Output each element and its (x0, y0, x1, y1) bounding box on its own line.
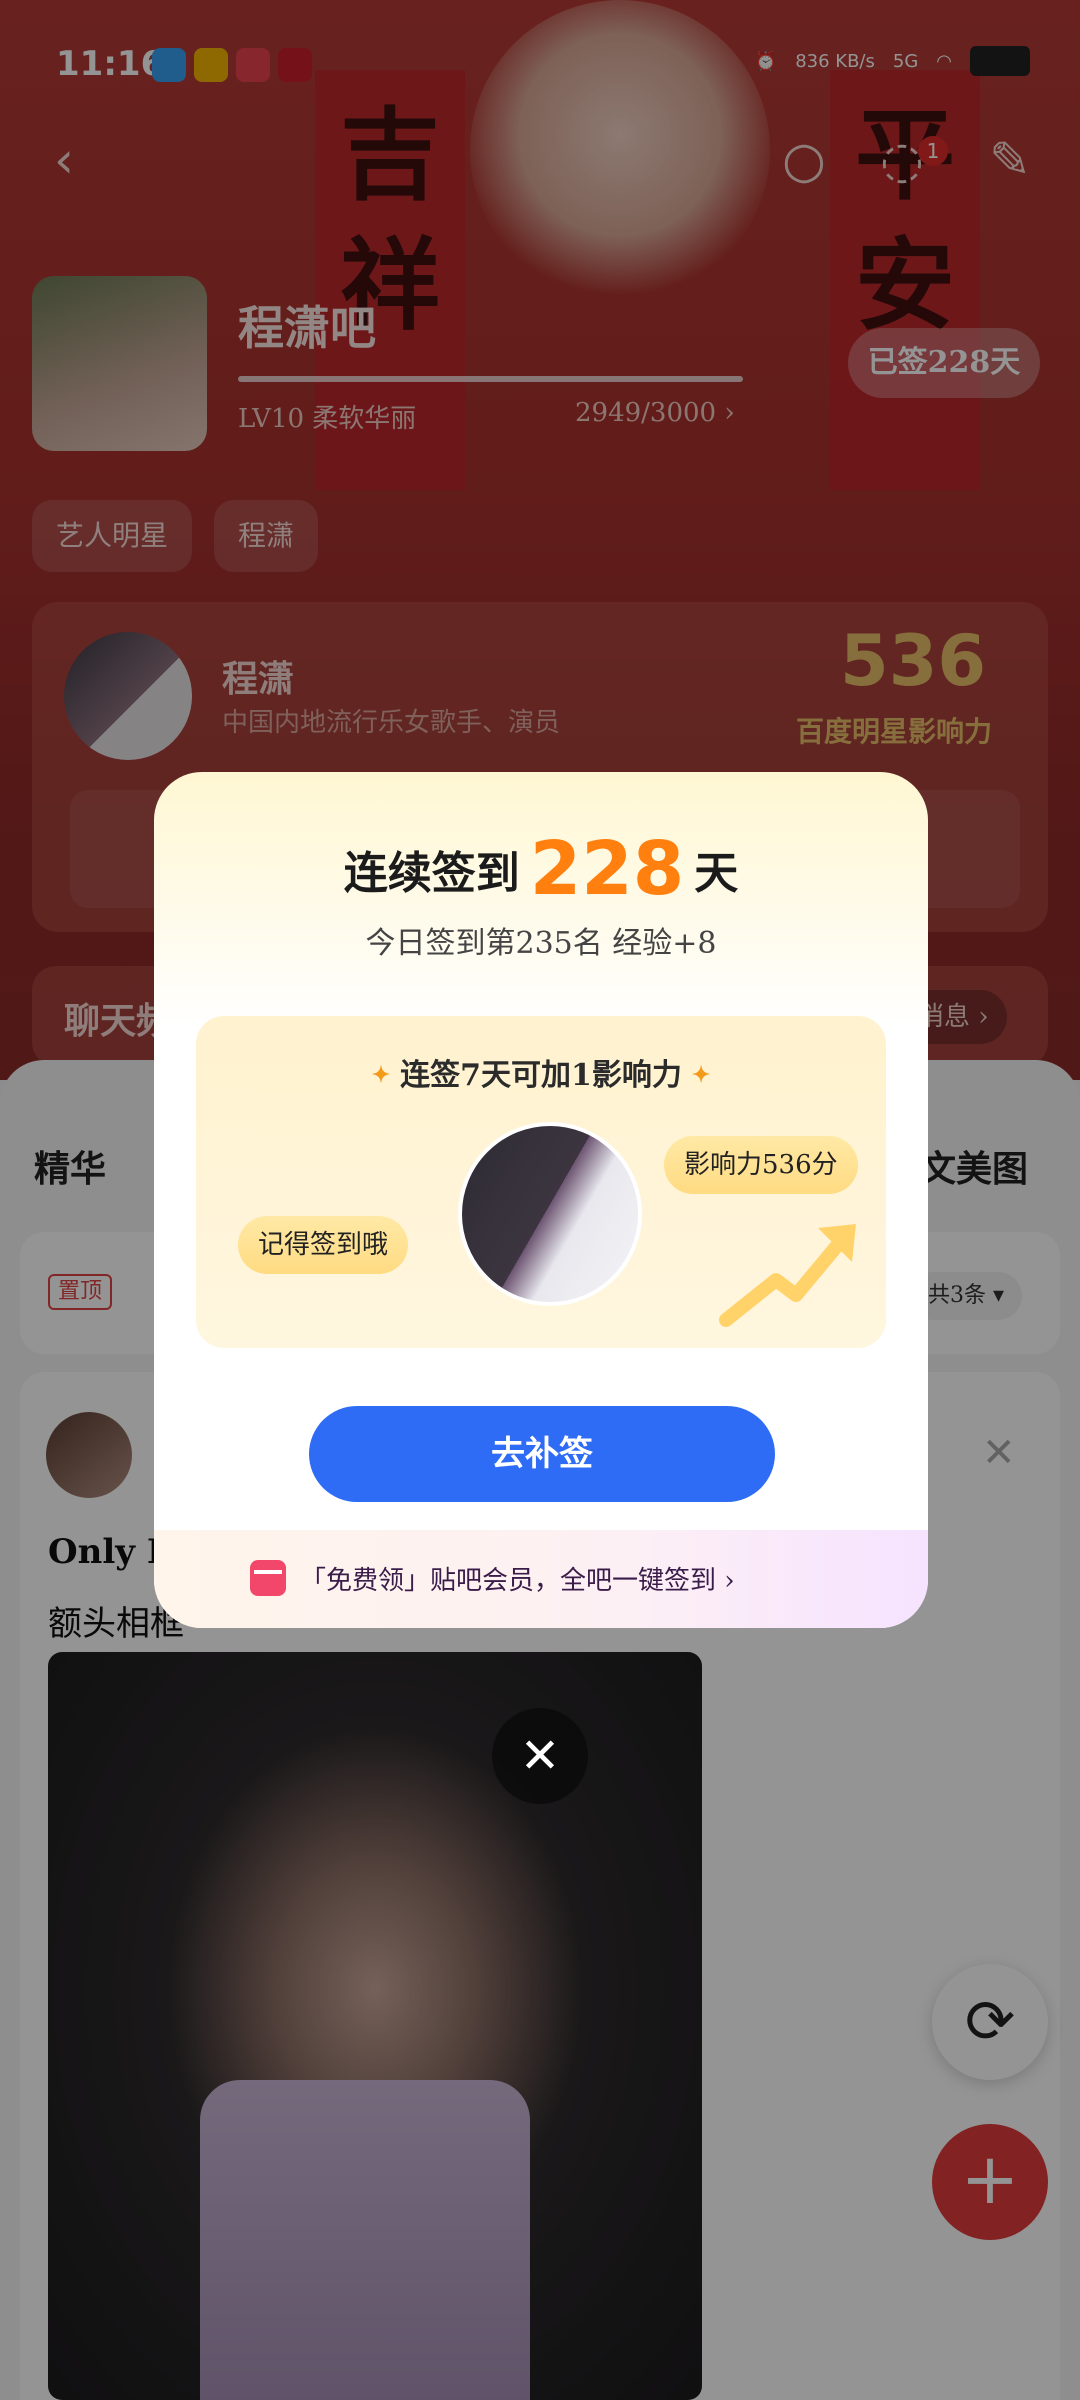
sparkle-icon: ✦ (691, 1062, 711, 1088)
sparkle-icon: ✦ (371, 1062, 391, 1088)
vip-promo-text[interactable]: 「免费领」贴吧会员，全吧一键签到 › (300, 1560, 735, 1597)
reward-box: ✦ 连签7天可加1影响力 ✦ 记得签到哦 影响力536分 (196, 1016, 886, 1348)
reward-heading-text: 连签7天可加1影响力 (400, 1058, 682, 1093)
modal-subtitle: 今日签到第235名 经验+8 (365, 926, 717, 961)
gift-icon (250, 1560, 286, 1596)
modal-title-suffix: 天 (694, 848, 739, 899)
reward-heading: ✦ 连签7天可加1影响力 ✦ (196, 1050, 886, 1094)
signin-modal: 连续签到 228 天 今日签到第235名 经验+8 ✦ 连签7天可加1影响力 ✦ 记得签… (154, 772, 928, 1628)
modal-title-prefix: 连续签到 (343, 848, 520, 899)
makeup-signin-button[interactable]: 去补签 (309, 1406, 775, 1502)
influence-bubble: 影响力536分 (664, 1136, 858, 1194)
consecutive-days: 228 (529, 826, 685, 912)
trend-up-icon (719, 1224, 856, 1327)
star-photo (458, 1122, 642, 1306)
modal-close-button[interactable]: ✕ (492, 1708, 588, 1804)
reminder-bubble: 记得签到哦 (238, 1216, 409, 1274)
modal-title: 连续签到 228 天 (154, 826, 928, 912)
vip-promo-banner[interactable]: 「免费领」贴吧会员，全吧一键签到 › (154, 1530, 928, 1628)
